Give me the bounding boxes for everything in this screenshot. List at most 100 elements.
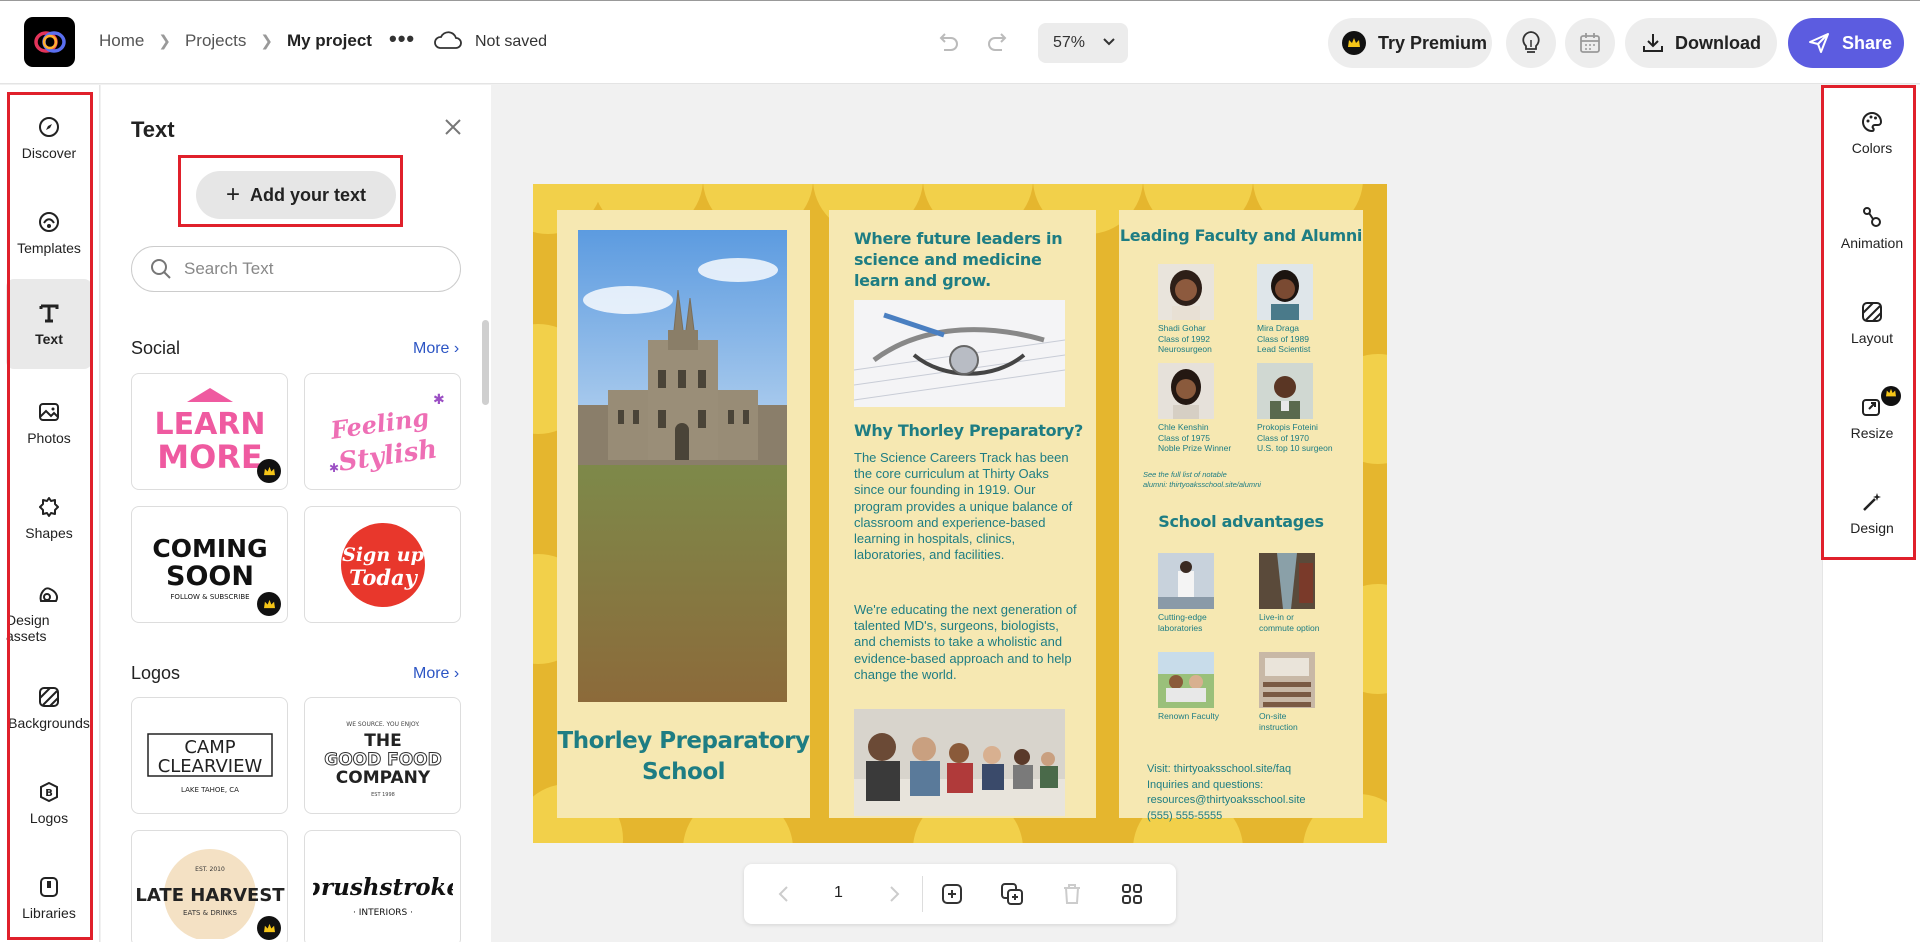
brochure-page[interactable]: Thorley Preparatory School Where future … (533, 184, 1387, 843)
breadcrumb-home[interactable]: Home (99, 31, 144, 51)
advantages-heading[interactable]: School advantages (1119, 512, 1363, 531)
svg-text:Sign up: Sign up (342, 544, 424, 566)
grid-view-icon[interactable] (1120, 882, 1144, 906)
schedule-button[interactable] (1565, 18, 1615, 68)
logo-template-good-food-company[interactable]: WE SOURCE. YOU ENJOY. THE GOOD FOOD COMP… (304, 697, 461, 814)
calendar-icon (1580, 33, 1600, 53)
logo-template-brushstroke[interactable]: brushstroke · INTERIORS · (304, 830, 461, 942)
panel-title: Text (131, 117, 175, 142)
students-photo[interactable] (854, 709, 1065, 816)
more-options-button[interactable]: ••• (389, 26, 415, 52)
middle-headline[interactable]: Where future leaders in science and medi… (854, 228, 1063, 291)
rail-item-shapes[interactable]: Shapes (6, 473, 92, 563)
faculty-heading[interactable]: Leading Faculty and Alumni (1119, 226, 1363, 245)
redo-icon[interactable] (985, 29, 1011, 55)
alumni-photo[interactable] (1257, 264, 1313, 320)
advantage-line: Live-in or (1259, 612, 1294, 622)
breadcrumb-projects[interactable]: Projects (185, 31, 246, 51)
rail-item-discover[interactable]: Discover (6, 93, 92, 183)
svg-text:✱: ✱ (433, 391, 445, 407)
paragraph-2[interactable]: We're educating the next generation of t… (854, 602, 1079, 683)
rail-item-libraries[interactable]: Libraries (6, 853, 92, 942)
contact-line: Inquiries and questions: (1147, 778, 1264, 791)
rail-item-design[interactable]: Design (1831, 473, 1913, 553)
cloud-icon (434, 31, 462, 49)
svg-text:MORE: MORE (157, 438, 263, 476)
advantage-line: commute option (1259, 622, 1320, 633)
rail-item-text[interactable]: Text (6, 279, 92, 369)
advantage-photo[interactable] (1158, 553, 1214, 609)
zoom-select[interactable]: 57% (1038, 23, 1128, 63)
download-button[interactable]: Download (1625, 18, 1777, 68)
stethoscope-photo[interactable] (854, 300, 1065, 407)
rail-item-design-assets[interactable]: Design assets (6, 568, 92, 658)
design-assets-icon (39, 587, 59, 602)
logo-template-camp-clearview[interactable]: CAMP CLEARVIEW LAKE TAHOE, CA (131, 697, 288, 814)
advantage-line: laboratories (1158, 622, 1203, 633)
school-building-photo[interactable] (578, 230, 787, 702)
rail-item-templates[interactable]: Templates (6, 188, 92, 278)
page-controls: 1 (744, 864, 1176, 924)
try-premium-button[interactable]: Try Premium (1328, 18, 1492, 68)
download-icon (1643, 34, 1663, 52)
paragraph-1[interactable]: The Science Careers Track has been the c… (854, 450, 1079, 563)
search-input[interactable]: Search Text (131, 246, 461, 292)
duplicate-page-icon[interactable] (1000, 882, 1024, 906)
headline-line: learn and grow. (854, 271, 991, 290)
brushstroke-graphic: brushstroke · INTERIORS · (313, 874, 453, 918)
alumni-photo[interactable] (1158, 363, 1214, 419)
ideas-button[interactable] (1506, 18, 1556, 68)
add-page-icon[interactable] (940, 882, 964, 906)
alumni-photo[interactable] (1158, 264, 1214, 320)
app-logo[interactable] (24, 17, 75, 67)
rail-item-photos[interactable]: Photos (6, 378, 92, 468)
logos-more-link[interactable]: More › (413, 665, 459, 683)
headline-line: science and medicine (854, 250, 1042, 269)
advantage-photo[interactable] (1259, 553, 1315, 609)
advantage-caption: On-site instruction (1259, 711, 1359, 732)
text-template-coming-soon[interactable]: COMING SOON FOLLOW & SUBSCRIBE (131, 506, 288, 623)
note-line: See the full list of notable (1143, 470, 1227, 479)
undo-icon[interactable] (935, 29, 961, 55)
rail-item-backgrounds[interactable]: Backgrounds (6, 663, 92, 753)
next-page-icon[interactable] (884, 882, 904, 906)
contact-line: resources@thirtyoaksschool.site (1147, 794, 1306, 806)
school-name-line: Thorley Preparatory (557, 728, 810, 754)
contact-line: Visit: thirtyoaksschool.site/faq (1147, 763, 1292, 775)
rail-item-label: Design (1850, 520, 1894, 536)
advantage-photo[interactable] (1158, 652, 1214, 708)
social-more-link[interactable]: More › (413, 340, 459, 358)
add-text-label: Add your text (250, 184, 367, 205)
alumni-caption: Chle Kenshin Class of 1975 Noble Prize W… (1158, 422, 1258, 454)
close-icon[interactable] (443, 117, 463, 137)
rail-item-resize[interactable]: Resize (1831, 378, 1913, 458)
logo-template-late-harvest[interactable]: EST. 2010 LATE HARVEST EATS & DRINKS (131, 830, 288, 942)
rail-item-animation[interactable]: Animation (1831, 188, 1913, 268)
advantage-caption: Renown Faculty (1158, 711, 1258, 722)
alumni-photo[interactable] (1257, 363, 1313, 419)
breadcrumb-current[interactable]: My project (287, 31, 372, 51)
share-button[interactable]: Share (1788, 18, 1904, 68)
svg-text:LEARN: LEARN (154, 407, 265, 442)
rail-item-logos[interactable]: B Logos (6, 758, 92, 848)
lightbulb-icon (1522, 31, 1540, 53)
rail-item-layout[interactable]: Layout (1831, 283, 1913, 363)
contact-info[interactable]: Visit: thirtyoaksschool.site/faq Inquiri… (1147, 762, 1357, 824)
alumni-role: Neurosurgeon (1158, 344, 1212, 354)
sign-up-today-graphic: Sign up Today (340, 522, 425, 607)
advantage-line: On-site (1259, 711, 1287, 721)
add-text-button[interactable]: + Add your text (196, 171, 396, 219)
learn-more-graphic: LEARN MORE (154, 387, 265, 476)
text-template-sign-up-today[interactable]: Sign up Today (304, 506, 461, 623)
delete-page-icon[interactable] (1060, 882, 1084, 906)
advantage-photo[interactable] (1259, 652, 1315, 708)
rail-item-colors[interactable]: Colors (1831, 93, 1913, 173)
panel-scrollbar[interactable] (482, 320, 489, 405)
alumni-note[interactable]: See the full list of notable alumni: thi… (1143, 470, 1343, 490)
breadcrumb: Home ❯ Projects ❯ My project (99, 31, 372, 51)
text-template-learn-more[interactable]: LEARN MORE (131, 373, 288, 490)
why-heading[interactable]: Why Thorley Preparatory? (854, 420, 1083, 441)
text-template-feeling-stylish[interactable]: Feeling Stylish ✱ ✱ (304, 373, 461, 490)
school-name-title[interactable]: Thorley Preparatory School (557, 726, 810, 788)
previous-page-icon[interactable] (774, 882, 794, 906)
